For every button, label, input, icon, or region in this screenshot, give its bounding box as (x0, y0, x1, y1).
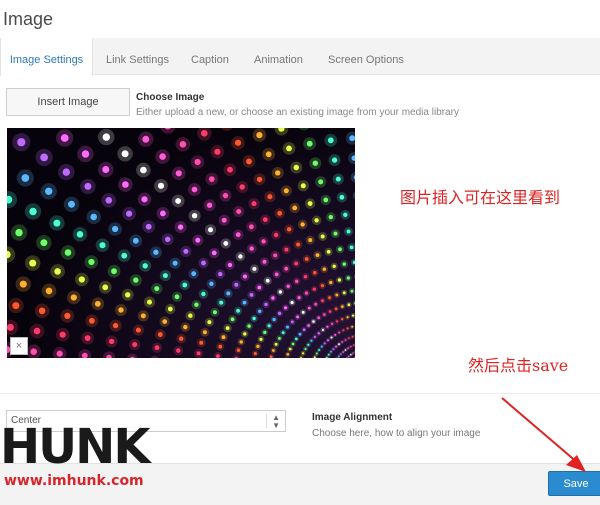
remove-image-icon[interactable]: × (10, 337, 28, 355)
watermark-url: www.imhunk.com (4, 473, 144, 489)
insert-image-button[interactable]: Insert Image (6, 88, 130, 116)
image-preview (7, 128, 355, 358)
tab-link-settings[interactable]: Link Settings (106, 38, 169, 75)
choose-image-heading: Choose Image (136, 92, 205, 103)
tab-image-settings[interactable]: Image Settings (0, 38, 93, 76)
annotation-save-note: 然后点击save (468, 356, 569, 375)
save-button[interactable]: Save (548, 471, 600, 496)
tab-caption[interactable]: Caption (191, 38, 229, 75)
tab-bar: Image Settings Link Settings Caption Ani… (0, 38, 600, 76)
tab-animation[interactable]: Animation (254, 38, 303, 75)
page-title: Image (3, 9, 54, 29)
image-alignment-description: Choose here, how to align your image (312, 428, 481, 439)
choose-image-description: Either upload a new, or choose an existi… (136, 107, 459, 118)
led-lights-photo (7, 128, 355, 358)
watermark-logo-text: HUNK (0, 419, 151, 475)
select-arrows-icon: ▲ ▼ (272, 413, 280, 430)
watermark-logo: HUNK www.imhunk.com (0, 419, 151, 489)
section-divider (0, 393, 600, 394)
image-alignment-heading: Image Alignment (312, 412, 393, 423)
tab-screen-options[interactable]: Screen Options (328, 38, 404, 75)
annotation-image-note: 图片插入可在这里看到 (400, 188, 561, 207)
select-separator (266, 414, 267, 428)
